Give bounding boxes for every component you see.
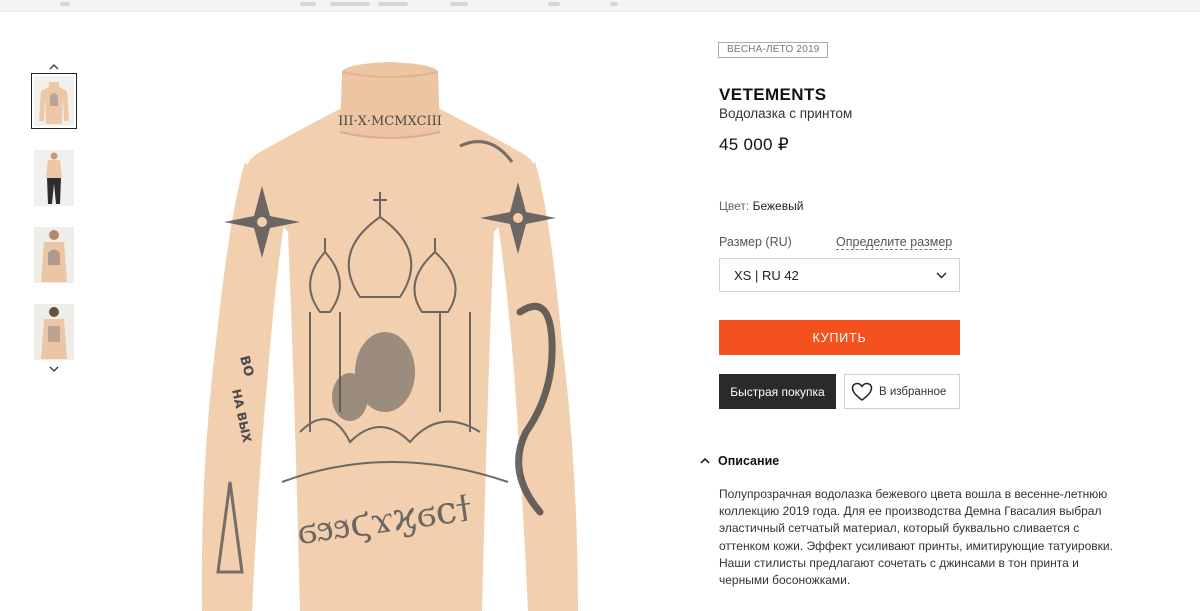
description-line: эластичный сетчатый материал, который бу… — [719, 521, 1080, 536]
description-line: Полупрозрачная водолазка бежевого цвета … — [719, 487, 1108, 501]
thumbnail-image — [34, 76, 74, 126]
product-title: Водолазка с принтом — [719, 106, 853, 121]
size-select[interactable]: XS | RU 42 — [719, 258, 960, 292]
brand-name[interactable]: VETEMENTS — [719, 85, 827, 105]
color-value: Бежевый — [752, 199, 804, 213]
chevron-down-icon — [49, 366, 59, 372]
thumbnail-4[interactable] — [31, 304, 77, 360]
size-guide-link[interactable]: Определите размер — [836, 235, 953, 250]
favorite-label: В избранное — [879, 385, 947, 398]
thumbnail-3[interactable] — [31, 227, 77, 283]
thumbnail-1[interactable] — [31, 73, 77, 129]
chevron-down-icon — [936, 272, 947, 278]
buy-button[interactable]: КУПИТЬ — [719, 320, 960, 355]
quick-buy-button[interactable]: Быстрая покупка — [719, 374, 836, 409]
description-title: Описание — [718, 454, 780, 468]
thumbnail-image — [34, 227, 74, 283]
product-price: 45 000 ₽ — [719, 135, 789, 154]
color-row: Цвет: Бежевый — [719, 199, 803, 213]
description-line: оттенком кожи. Эффект усиливают принты, … — [719, 538, 1113, 553]
collar-print-text: III·X·MCMXCIII — [338, 114, 442, 129]
description-text: Полупрозрачная водолазка бежевого цвета … — [719, 486, 1159, 589]
thumbnail-2[interactable] — [31, 150, 77, 206]
top-nav-strip — [0, 0, 1200, 12]
turtleneck-illustration: III·X·MCMXCIII ϭϧϧϛϫϗϭϲϯ ВО НА ВЫХ — [201, 62, 578, 611]
size-label: Размер (RU) — [719, 235, 792, 249]
main-product-image[interactable]: III·X·MCMXCIII ϭϧϧϛϫϗϭϲϯ ВО НА ВЫХ — [190, 12, 590, 611]
thumbnails-up-button[interactable] — [46, 62, 62, 72]
add-to-favorites-button[interactable]: В избранное — [844, 374, 960, 409]
description-line: коллекцию 2019 года. Для ее производства… — [719, 504, 1102, 519]
description-line: черными босоножками. — [719, 573, 851, 588]
description-toggle[interactable]: Описание — [700, 454, 779, 468]
chevron-up-icon — [49, 64, 59, 70]
chevron-up-icon — [700, 458, 710, 464]
thumbnails-down-button[interactable] — [46, 364, 62, 374]
thumbnail-image — [34, 304, 74, 360]
description-line: Наши стилисты предлагают сочетать с джин… — [719, 555, 1079, 570]
color-label: Цвет: — [719, 199, 750, 213]
heart-icon — [851, 382, 873, 401]
season-badge: ВЕСНА-ЛЕТО 2019 — [718, 42, 829, 58]
thumbnail-image — [34, 150, 74, 206]
size-selected-value: XS | RU 42 — [734, 267, 799, 283]
